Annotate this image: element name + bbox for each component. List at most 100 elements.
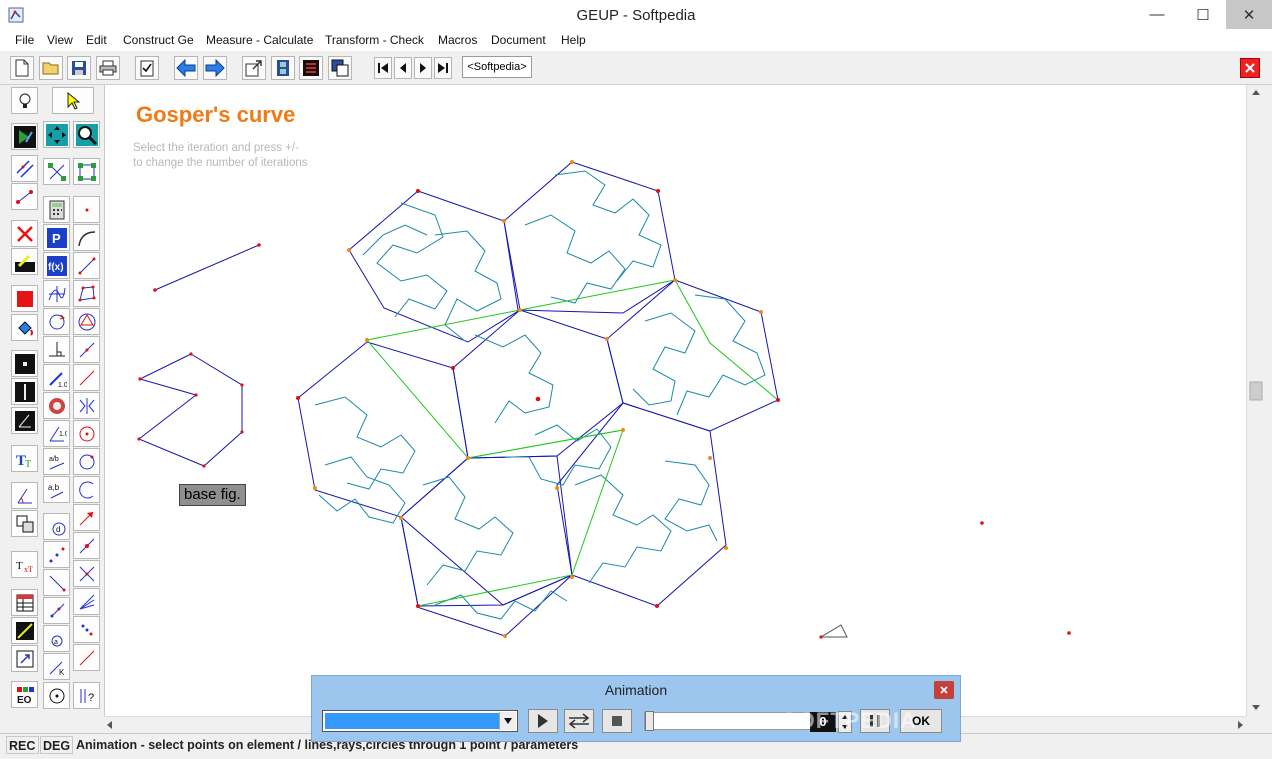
- last-page-button[interactable]: [434, 57, 452, 79]
- tool-ratio[interactable]: a/b: [43, 448, 70, 475]
- small-angle-marker[interactable]: [819, 624, 848, 638]
- tool-delete[interactable]: [11, 220, 38, 247]
- tool-resize[interactable]: [11, 645, 38, 672]
- tool-line[interactable]: [73, 252, 100, 279]
- minimize-button[interactable]: —: [1134, 0, 1180, 29]
- tool-point[interactable]: [73, 196, 100, 223]
- tool-table[interactable]: [11, 589, 38, 616]
- point[interactable]: [980, 521, 984, 525]
- list-button[interactable]: [299, 56, 323, 80]
- tool-parallel-lines[interactable]: [11, 155, 38, 182]
- menu-document[interactable]: Document: [491, 33, 546, 47]
- tool-polygon[interactable]: [73, 280, 100, 307]
- tool-reflect[interactable]: [73, 392, 100, 419]
- slider-thumb[interactable]: [645, 711, 654, 731]
- base-figure[interactable]: [138, 353, 243, 467]
- tool-ray[interactable]: [73, 364, 100, 391]
- point[interactable]: [1067, 631, 1071, 635]
- tool-segment-points[interactable]: [11, 183, 38, 210]
- tool-parameter[interactable]: P: [43, 224, 70, 251]
- tool-image[interactable]: [11, 617, 38, 644]
- tool-point-set[interactable]: [43, 597, 70, 624]
- tool-center[interactable]: [43, 682, 70, 709]
- tool-segment[interactable]: [73, 336, 100, 363]
- animation-close-button[interactable]: [934, 681, 954, 699]
- tool-angle-style[interactable]: [11, 407, 38, 434]
- tool-grid-nodes[interactable]: [73, 158, 100, 185]
- tool-animate[interactable]: [11, 123, 38, 150]
- tool-segment-split[interactable]: [43, 569, 70, 596]
- animation-element-select[interactable]: [322, 710, 518, 732]
- geometry-drawing[interactable]: [105, 85, 1247, 716]
- print-button[interactable]: [96, 56, 120, 80]
- tool-hint[interactable]: [11, 87, 38, 114]
- film-button[interactable]: [271, 56, 295, 80]
- menu-view[interactable]: View: [47, 33, 73, 47]
- tool-circle[interactable]: [73, 420, 100, 447]
- tool-line-style[interactable]: [11, 378, 38, 405]
- tool-zoom[interactable]: [73, 121, 100, 148]
- menu-help[interactable]: Help: [561, 33, 586, 47]
- tool-cut-line[interactable]: [73, 644, 100, 671]
- tool-zoom-fit[interactable]: [43, 121, 70, 148]
- tool-rotate[interactable]: [43, 308, 70, 335]
- tool-objects[interactable]: EO: [11, 681, 38, 708]
- tool-select[interactable]: [52, 87, 94, 114]
- animation-select-dropdown[interactable]: [499, 712, 516, 730]
- reverse-direction-button[interactable]: [564, 709, 594, 733]
- vertical-scrollbar[interactable]: [1246, 85, 1265, 716]
- menu-file[interactable]: File: [15, 33, 34, 47]
- tool-arc-circle[interactable]: [73, 476, 100, 503]
- windows-button[interactable]: [328, 56, 352, 80]
- menu-construct[interactable]: Construct Ge: [123, 33, 194, 47]
- tool-midpoint[interactable]: [73, 532, 100, 559]
- tool-circle-polygon[interactable]: [73, 308, 100, 335]
- tool-graph[interactable]: [43, 158, 70, 185]
- tool-calculator[interactable]: [43, 196, 70, 223]
- tool-expression[interactable]: a,b: [43, 476, 70, 503]
- menu-macros[interactable]: Macros: [438, 33, 477, 47]
- tool-text[interactable]: TT: [11, 445, 38, 472]
- export-button[interactable]: [242, 56, 266, 80]
- tool-arc[interactable]: [73, 224, 100, 251]
- menu-measure-calculate[interactable]: Measure - Calculate: [206, 33, 313, 47]
- tool-intersection[interactable]: [73, 560, 100, 587]
- tool-plot[interactable]: [43, 280, 70, 307]
- close-document-button[interactable]: [1240, 58, 1260, 78]
- drawing-canvas[interactable]: Gosper's curve Select the iteration and …: [104, 85, 1247, 716]
- forward-button[interactable]: [203, 56, 227, 80]
- tool-scale[interactable]: K: [43, 653, 70, 680]
- menu-edit[interactable]: Edit: [86, 33, 107, 47]
- maximize-button[interactable]: ☐: [1180, 0, 1226, 29]
- status-rec[interactable]: REC: [6, 736, 39, 754]
- previous-page-button[interactable]: [394, 57, 412, 79]
- tool-highlight[interactable]: [11, 248, 38, 275]
- base-segment[interactable]: [154, 244, 260, 291]
- tool-text-format[interactable]: TxT: [11, 551, 38, 578]
- point[interactable]: [153, 288, 157, 292]
- tool-dotted-line[interactable]: [73, 616, 100, 643]
- point[interactable]: [257, 243, 261, 247]
- point[interactable]: [819, 635, 823, 639]
- tool-measure-length[interactable]: 1.0: [43, 364, 70, 391]
- tool-color[interactable]: [11, 285, 38, 312]
- tool-point-style[interactable]: [11, 350, 38, 377]
- back-button[interactable]: [174, 56, 198, 80]
- tool-points-on-line[interactable]: [43, 541, 70, 568]
- document-tab[interactable]: <Softpedia>: [462, 56, 532, 78]
- tool-vector[interactable]: [73, 504, 100, 531]
- first-page-button[interactable]: [374, 57, 392, 79]
- tool-ray-bundle[interactable]: [73, 588, 100, 615]
- tool-function[interactable]: f(x): [43, 252, 70, 279]
- new-file-button[interactable]: [10, 56, 34, 80]
- tool-circle-point[interactable]: [73, 448, 100, 475]
- tool-angle[interactable]: [11, 482, 38, 509]
- tool-copy-region[interactable]: [11, 510, 38, 537]
- tool-fill[interactable]: [11, 314, 38, 341]
- status-deg[interactable]: DEG: [40, 736, 73, 754]
- tool-parallel-help[interactable]: ?: [73, 682, 100, 709]
- base-figure-label[interactable]: base fig.: [179, 484, 246, 506]
- save-button[interactable]: [67, 56, 91, 80]
- close-window-button[interactable]: ✕: [1226, 0, 1272, 29]
- tool-distance[interactable]: d: [43, 513, 70, 540]
